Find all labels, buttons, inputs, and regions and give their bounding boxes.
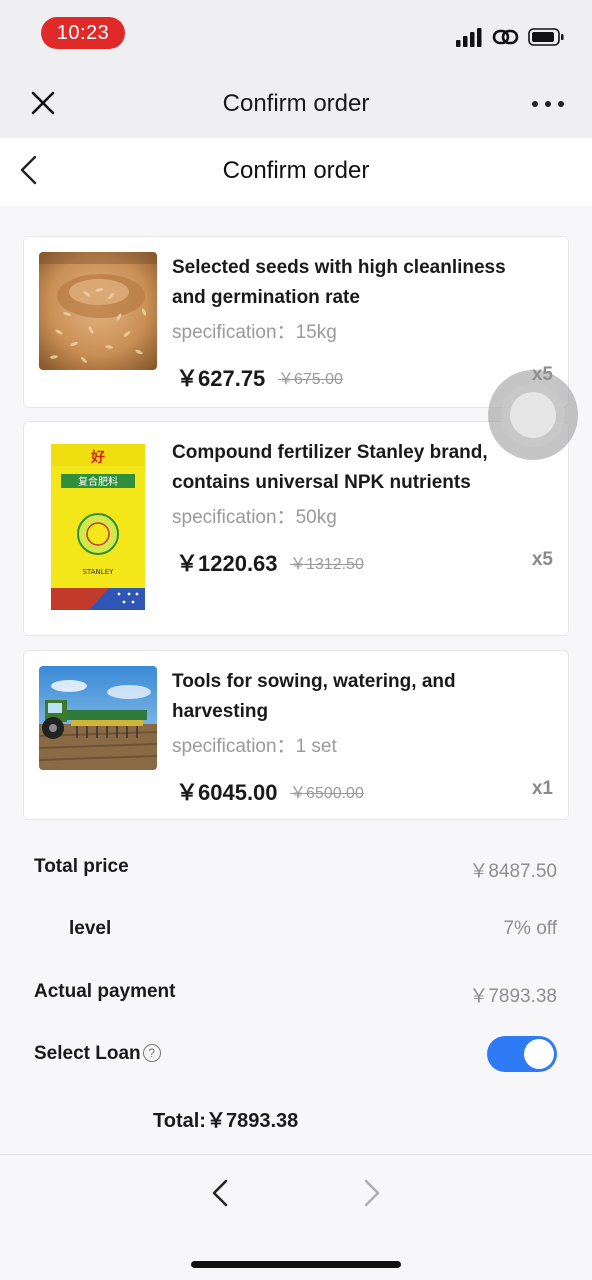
actual-payment-row: Actual payment ￥7893.38: [0, 967, 592, 1017]
product-card[interactable]: Selected seeds with high cleanliness and…: [23, 236, 569, 408]
assistive-touch-button[interactable]: [488, 370, 578, 460]
link-icon: [492, 29, 519, 45]
page-header: Confirm order: [0, 138, 592, 206]
actual-payment-label: Actual payment: [34, 981, 176, 1002]
status-time: 10:23: [41, 17, 125, 49]
total-price-value: ￥8487.50: [469, 861, 557, 882]
select-loan-label: Select Loan?: [34, 1043, 161, 1065]
total-amount: Total:￥7893.38: [153, 1110, 299, 1132]
product-name: Selected seeds with high cleanliness and…: [172, 257, 506, 308]
svg-text:STANLEY: STANLEY: [83, 568, 115, 576]
mini-program-title: Confirm order: [222, 90, 370, 117]
select-loan-row: Select Loan?: [0, 1029, 592, 1079]
product-card[interactable]: 好 复合肥料 STANLEY Compound fertilizer Stanl…: [23, 421, 569, 636]
product-name: Compound fertilizer Stanley brand, conta…: [172, 442, 488, 493]
confirm-order-page: Confirm order Selected seeds with high c…: [0, 138, 592, 1154]
fertilizer-bag-image: 好 复合肥料 STANLEY: [49, 442, 147, 612]
battery-icon: [528, 28, 564, 46]
status-icons: [456, 26, 564, 48]
total-price-label: Total price: [34, 856, 129, 877]
more-dots-icon[interactable]: [532, 101, 564, 107]
bottom-nav-bar: [0, 1154, 592, 1280]
product-name: Tools for sowing, watering, and harvesti…: [172, 671, 456, 722]
status-bar: 10:23: [0, 0, 592, 68]
select-loan-toggle[interactable]: [487, 1036, 557, 1072]
product-card[interactable]: Tools for sowing, watering, and harvesti…: [23, 650, 569, 820]
product-price: ￥6045.00: [176, 780, 278, 805]
total-price-row: Total price ￥8487.50: [0, 842, 592, 892]
rice-seeds-image: [39, 252, 157, 370]
page-title: Confirm order: [222, 157, 370, 184]
product-old-price: ￥1312.50: [290, 556, 364, 573]
actual-payment-value: ￥7893.38: [469, 986, 557, 1007]
nav-forward-icon[interactable]: [360, 1177, 384, 1209]
product-qty: x5: [531, 549, 553, 570]
question-icon[interactable]: ?: [142, 1044, 161, 1062]
svg-text:复合肥料: 复合肥料: [78, 475, 118, 488]
level-label: level: [69, 918, 112, 939]
product-price: ￥1220.63: [176, 551, 278, 576]
product-old-price: ￥6500.00: [290, 785, 364, 802]
nav-back-icon[interactable]: [208, 1177, 232, 1209]
product-spec: specification：50kg: [172, 507, 337, 528]
tractor-seeder-image: [39, 666, 157, 770]
home-indicator: [191, 1261, 401, 1268]
svg-text:好: 好: [90, 449, 105, 466]
product-old-price: ￥675.00: [278, 371, 343, 388]
product-price: ￥627.75: [176, 366, 266, 391]
mini-program-bar: Confirm order: [0, 68, 592, 138]
level-row: level 7% off: [0, 904, 592, 954]
toggle-knob: [524, 1039, 554, 1069]
product-spec: specification：1 set: [172, 736, 337, 757]
product-qty: x1: [531, 778, 553, 799]
product-spec: specification：15kg: [172, 322, 337, 343]
level-value: 7% off: [503, 918, 557, 939]
signal-icon: [456, 28, 482, 47]
